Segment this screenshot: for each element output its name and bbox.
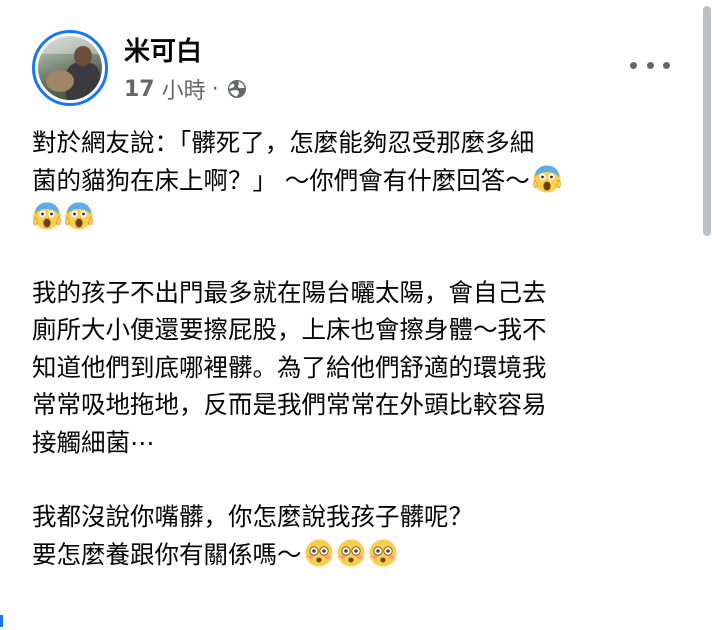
post-line: 接觸細菌⋯ bbox=[32, 424, 682, 462]
post-line: 我都沒說你嘴髒，你怎麼說我孩子髒呢？ bbox=[32, 498, 682, 536]
post-text: 對於網友說：「髒死了，怎麼能夠忍受那麼多細 bbox=[32, 128, 535, 157]
post-time-unit[interactable]: 小時 bbox=[162, 73, 206, 105]
post-text: 我的孩子不出門最多就在陽台曬太陽，會自己去 bbox=[32, 277, 547, 307]
post-body: 對於網友說：「髒死了，怎麼能夠忍受那麼多細 菌的貓狗在床上啊？」 ～你們會有什麼… bbox=[32, 124, 682, 610]
flushed-face-icon bbox=[337, 539, 364, 566]
scrollbar[interactable] bbox=[702, 0, 712, 630]
author-name[interactable]: 米可白 bbox=[124, 36, 202, 68]
avatar-photo bbox=[38, 36, 102, 100]
scrollbar-thumb[interactable] bbox=[703, 6, 711, 236]
flushed-face-icon bbox=[305, 539, 332, 566]
post-text: 我都沒說你嘴髒，你怎麼說我孩子髒呢？ bbox=[32, 502, 473, 531]
post-meta: 17 小時 · bbox=[124, 74, 247, 104]
post-text: 菌的貓狗在床上啊？」 ～你們會有什麼回答～ bbox=[32, 165, 530, 195]
post-paragraph: 我的孩子不出門最多就在陽台曬太陽，會自己去 廁所大小便還要擦屁股，上床也會擦身體… bbox=[32, 274, 682, 462]
more-options-icon[interactable] bbox=[630, 50, 670, 80]
post-line: 廁所大小便還要擦屁股，上床也會擦身體～我不 bbox=[32, 311, 682, 349]
post-text: 接觸細菌⋯ bbox=[32, 427, 155, 457]
screaming-face-icon bbox=[33, 202, 61, 230]
post-line: 對於網友說：「髒死了，怎麼能夠忍受那麼多細 bbox=[32, 124, 682, 162]
post-paragraph: 我都沒說你嘴髒，你怎麼說我孩子髒呢？ 要怎麼養跟你有關係嗎～ bbox=[32, 498, 682, 573]
screaming-face-icon bbox=[532, 165, 561, 192]
post-line: 要怎麼養跟你有關係嗎～ bbox=[32, 536, 682, 574]
post-time-value[interactable]: 17 bbox=[124, 77, 155, 102]
post-line bbox=[32, 199, 682, 237]
post-header: 米可白 17 小時 · bbox=[32, 30, 672, 114]
post-text: 廁所大小便還要擦屁股，上床也會擦身體～我不 bbox=[32, 315, 547, 344]
post-text: 常常吸地拖地，反而是我們常常在外頭比較容易 bbox=[32, 390, 547, 419]
post-line: 常常吸地拖地，反而是我們常常在外頭比較容易 bbox=[32, 386, 682, 424]
globe-icon[interactable] bbox=[227, 79, 247, 99]
flushed-face-icon bbox=[369, 539, 396, 566]
meta-separator: · bbox=[211, 76, 219, 102]
author-avatar[interactable] bbox=[32, 30, 108, 106]
post-paragraph: 對於網友說：「髒死了，怎麼能夠忍受那麼多細 菌的貓狗在床上啊？」 ～你們會有什麼… bbox=[32, 124, 682, 237]
post-text: 要怎麼養跟你有關係嗎～ bbox=[32, 539, 302, 569]
post-line: 菌的貓狗在床上啊？」 ～你們會有什麼回答～ bbox=[32, 162, 682, 200]
post-text: 知道他們到底哪裡髒。為了給他們舒適的環境我 bbox=[32, 352, 547, 382]
screaming-face-icon bbox=[65, 202, 93, 230]
post-line: 我的孩子不出門最多就在陽台曬太陽，會自己去 bbox=[32, 274, 682, 312]
post-line: 知道他們到底哪裡髒。為了給他們舒適的環境我 bbox=[32, 349, 682, 387]
edge-marker bbox=[0, 615, 3, 627]
